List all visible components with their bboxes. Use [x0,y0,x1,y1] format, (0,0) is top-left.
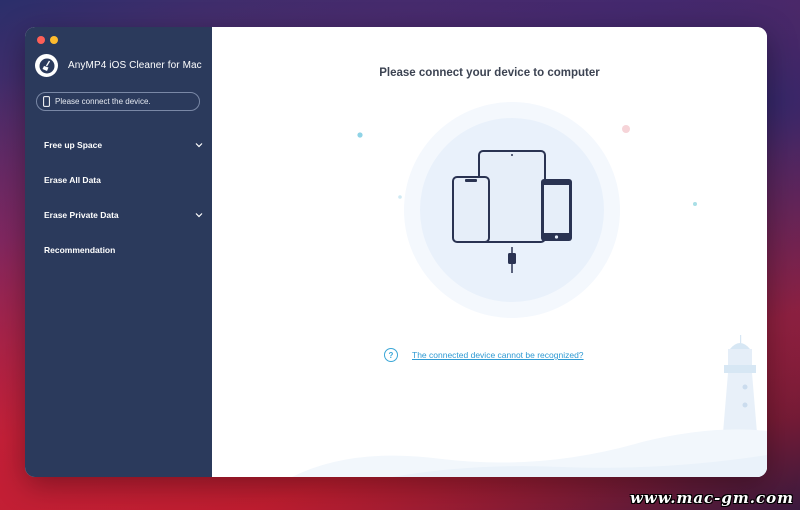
broom-logo-icon [35,54,58,77]
phone-left-icon [452,176,490,243]
device-not-recognized-link[interactable]: The connected device cannot be recognize… [412,350,584,360]
question-icon[interactable]: ? [384,348,398,362]
connect-device-illustration [292,102,767,477]
lighthouse-illustration [722,335,758,445]
close-window-button[interactable] [37,36,45,44]
phone-icon [43,96,50,107]
sidebar-nav: Free up Space Erase All Data Erase Priva… [25,127,212,267]
help-row: ? The connected device cannot be recogni… [384,348,584,362]
app-brand: AnyMP4 iOS Cleaner for Mac [35,54,202,77]
decor-dot [357,132,363,138]
sidebar-item-label: Erase All Data [44,174,101,185]
decor-dot [622,125,630,133]
site-watermark: www.mac-gm.com [630,489,794,507]
app-title: AnyMP4 iOS Cleaner for Mac [68,60,202,71]
decor-dot [693,202,697,206]
window-controls [37,36,58,44]
sidebar-item-label: Free up Space [44,139,103,150]
sidebar: AnyMP4 iOS Cleaner for Mac Please connec… [25,27,212,477]
minimize-window-button[interactable] [50,36,58,44]
chevron-down-icon [195,142,203,147]
sidebar-item-label: Recommendation [44,244,116,255]
device-status-pill[interactable]: Please connect the device. [36,92,200,111]
sidebar-item-recommendation[interactable]: Recommendation [25,232,212,267]
app-window: AnyMP4 iOS Cleaner for Mac Please connec… [25,27,767,477]
device-status-text: Please connect the device. [55,97,151,106]
chevron-down-icon [195,212,203,217]
phone-right-icon [541,179,572,241]
sidebar-item-free-up-space[interactable]: Free up Space [25,127,212,162]
decor-dot [398,195,402,199]
sidebar-item-erase-private-data[interactable]: Erase Private Data [25,197,212,232]
sidebar-item-label: Erase Private Data [44,209,119,220]
sidebar-item-erase-all-data[interactable]: Erase All Data [25,162,212,197]
main-panel: Please connect your device to computer ?… [212,27,767,477]
